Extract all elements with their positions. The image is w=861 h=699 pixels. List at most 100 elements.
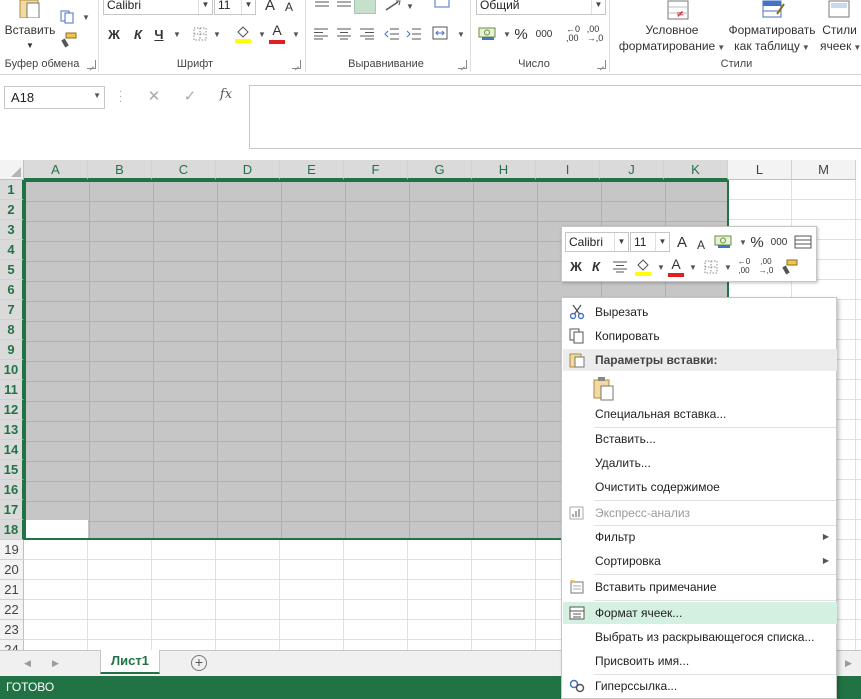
row-header[interactable]: 21 bbox=[0, 580, 24, 600]
row-header[interactable]: 10 bbox=[0, 360, 24, 380]
mini-align-center-icon[interactable] bbox=[612, 261, 628, 273]
chevron-down-icon[interactable]: ▼ bbox=[82, 13, 90, 22]
column-header[interactable]: G bbox=[408, 160, 472, 180]
row-header[interactable]: 1 bbox=[0, 180, 24, 200]
row-header[interactable]: 6 bbox=[0, 280, 24, 300]
chevron-down-icon[interactable]: ▼ bbox=[503, 30, 511, 39]
mini-shrink-font-button[interactable]: A bbox=[694, 235, 708, 255]
menu-item-paste-special[interactable]: Специальная вставка... bbox=[563, 403, 837, 425]
dialog-launcher-icon[interactable] bbox=[597, 60, 606, 69]
column-header[interactable]: B bbox=[88, 160, 152, 180]
row-header[interactable]: 24 bbox=[0, 640, 24, 650]
chevron-down-icon[interactable]: ▼ bbox=[258, 30, 266, 39]
chevron-down-icon[interactable]: ▼ bbox=[739, 238, 747, 247]
align-left-icon[interactable] bbox=[313, 28, 329, 40]
column-header[interactable]: E bbox=[280, 160, 344, 180]
menu-item-filter[interactable]: Фильтр ▶ bbox=[563, 526, 837, 548]
chevron-down-icon[interactable]: ▼ bbox=[689, 263, 697, 272]
menu-item-clear-contents[interactable]: Очистить содержимое bbox=[563, 476, 837, 498]
row-header[interactable]: 2 bbox=[0, 200, 24, 220]
menu-item-hyperlink[interactable]: Гиперссылка... bbox=[563, 675, 837, 697]
mini-italic-button[interactable]: К bbox=[588, 257, 604, 277]
chevron-down-icon[interactable]: ▼ bbox=[406, 2, 414, 11]
menu-item-copy[interactable]: Копировать bbox=[563, 325, 837, 347]
percent-button[interactable]: % bbox=[512, 23, 530, 45]
insert-function-icon[interactable]: fx bbox=[218, 87, 234, 107]
chevron-down-icon[interactable]: ▼ bbox=[292, 30, 300, 39]
menu-item-delete[interactable]: Удалить... bbox=[563, 452, 837, 474]
enter-icon[interactable]: ✓ bbox=[182, 87, 198, 107]
add-sheet-icon[interactable]: + bbox=[191, 655, 207, 671]
chevron-down-icon[interactable]: ▼ bbox=[657, 263, 665, 272]
paste-button[interactable]: Вставить ▼ bbox=[2, 0, 58, 52]
mini-font-name-combobox[interactable]: Calibri ▼ bbox=[565, 232, 629, 252]
number-format-combobox[interactable]: Общий ▼ bbox=[476, 0, 606, 15]
formula-input[interactable] bbox=[249, 85, 861, 149]
dialog-launcher-icon[interactable] bbox=[458, 60, 467, 69]
column-header[interactable]: F bbox=[344, 160, 408, 180]
menu-item-sort[interactable]: Сортировка ▶ bbox=[563, 550, 837, 572]
currency-format-icon[interactable] bbox=[478, 25, 498, 41]
shrink-font-button[interactable]: A bbox=[282, 0, 296, 18]
row-header[interactable]: 17 bbox=[0, 500, 24, 520]
format-as-table-button[interactable]: Форматировать как таблицу ▼ bbox=[722, 0, 822, 54]
merge-center-icon[interactable] bbox=[432, 26, 448, 40]
column-header[interactable]: J bbox=[600, 160, 664, 180]
column-header[interactable]: I bbox=[536, 160, 600, 180]
scroll-right-icon[interactable]: ▶ bbox=[845, 658, 852, 669]
menu-item-cut[interactable]: Вырезать bbox=[563, 301, 837, 323]
font-name-combobox[interactable]: Calibri ▼ bbox=[103, 0, 213, 15]
row-header[interactable]: 15 bbox=[0, 460, 24, 480]
wrap-text-icon[interactable] bbox=[434, 0, 450, 8]
select-all-button[interactable] bbox=[0, 160, 24, 180]
column-header[interactable]: H bbox=[472, 160, 536, 180]
grow-font-button[interactable]: A bbox=[262, 0, 278, 16]
menu-item-define-name[interactable]: Присвоить имя... bbox=[563, 650, 837, 672]
column-header[interactable]: A bbox=[24, 160, 88, 180]
mini-thousands-separator-button[interactable]: 000 bbox=[768, 233, 790, 253]
copy-icon[interactable] bbox=[60, 10, 76, 24]
mini-percent-button[interactable]: % bbox=[748, 233, 766, 253]
column-header[interactable]: L bbox=[728, 160, 792, 180]
font-size-combobox[interactable]: 11 ▼ bbox=[214, 0, 256, 15]
mini-fill-color-icon[interactable] bbox=[634, 257, 652, 277]
fill-color-icon[interactable] bbox=[234, 24, 252, 44]
mini-increase-decimal-button[interactable]: ←0,00 bbox=[734, 257, 754, 277]
align-middle-icon[interactable] bbox=[336, 0, 352, 8]
scroll-left-icon[interactable]: ◀ bbox=[24, 658, 31, 669]
menu-item-format-cells[interactable]: Формат ячеек... bbox=[563, 602, 837, 624]
align-bottom-icon[interactable] bbox=[354, 0, 376, 14]
menu-item-pick-from-list[interactable]: Выбрать из раскрывающегося списка... bbox=[563, 626, 837, 648]
increase-decimal-button[interactable]: ←0,00 bbox=[563, 23, 583, 45]
dialog-launcher-icon[interactable] bbox=[292, 60, 301, 69]
row-header[interactable]: 23 bbox=[0, 620, 24, 640]
format-painter-icon[interactable] bbox=[60, 32, 78, 48]
row-header[interactable]: 13 bbox=[0, 420, 24, 440]
orientation-icon[interactable] bbox=[384, 0, 402, 12]
active-cell-a18[interactable] bbox=[24, 520, 88, 540]
menu-item-insert-comment[interactable]: Вставить примечание bbox=[563, 576, 837, 598]
chevron-down-icon[interactable]: ▼ bbox=[457, 30, 465, 39]
mini-grow-font-button[interactable]: A bbox=[674, 233, 690, 253]
row-header[interactable]: 9 bbox=[0, 340, 24, 360]
row-header[interactable]: 7 bbox=[0, 300, 24, 320]
column-header[interactable]: C bbox=[152, 160, 216, 180]
row-header[interactable]: 14 bbox=[0, 440, 24, 460]
align-right-icon[interactable] bbox=[359, 28, 375, 40]
underline-button[interactable]: Ч bbox=[150, 23, 168, 45]
decrease-decimal-button[interactable]: ,00 →,0 bbox=[585, 23, 605, 45]
scroll-right-icon[interactable]: ▶ bbox=[52, 658, 59, 669]
row-header[interactable]: 11 bbox=[0, 380, 24, 400]
paste-option-icon[interactable] bbox=[593, 377, 615, 401]
mini-font-color-icon[interactable]: A bbox=[668, 256, 684, 278]
column-header[interactable]: K bbox=[664, 160, 728, 180]
mini-borders-icon[interactable] bbox=[704, 260, 718, 274]
row-header[interactable]: 19 bbox=[0, 540, 24, 560]
name-box[interactable]: A18 ▼ bbox=[4, 86, 105, 109]
align-top-icon[interactable] bbox=[314, 0, 330, 8]
chevron-down-icon[interactable]: ▼ bbox=[173, 30, 181, 39]
row-header[interactable]: 20 bbox=[0, 560, 24, 580]
row-header[interactable]: 3 bbox=[0, 220, 24, 240]
row-header[interactable]: 16 bbox=[0, 480, 24, 500]
column-header[interactable]: M bbox=[792, 160, 856, 180]
